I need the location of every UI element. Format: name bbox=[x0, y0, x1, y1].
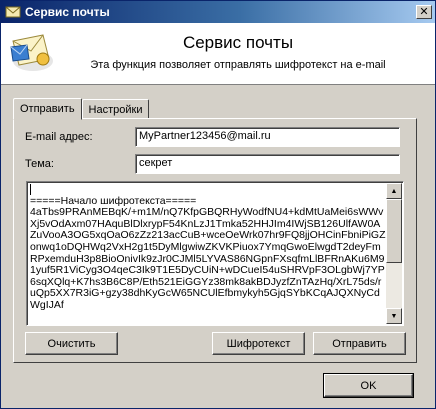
mail-service-window: Сервис почты ✕ Сервис почты Эта функция … bbox=[0, 0, 436, 409]
subject-label: Тема: bbox=[25, 158, 54, 170]
arrow-down-icon: ▼ bbox=[390, 312, 398, 320]
scroll-thumb[interactable] bbox=[386, 199, 402, 263]
window-title: Сервис почты bbox=[25, 5, 110, 19]
email-field[interactable]: MyPartner123456@mail.ru bbox=[135, 127, 400, 147]
ciphertext-textarea[interactable]: =====Начало шифротекста===== 4aTbs9PRAnM… bbox=[26, 181, 404, 326]
scroll-down-button[interactable]: ▼ bbox=[386, 308, 402, 324]
text-caret bbox=[30, 184, 31, 195]
ciphertext-content: =====Начало шифротекста===== 4aTbs9PRAnM… bbox=[30, 184, 386, 323]
send-tab-panel: E-mail адрес: MyPartner123456@mail.ru Те… bbox=[13, 118, 417, 363]
tab-settings[interactable]: Настройки bbox=[81, 99, 150, 119]
header-banner: Сервис почты Эта функция позволяет отпра… bbox=[1, 23, 435, 85]
scroll-up-button[interactable]: ▲ bbox=[386, 183, 402, 199]
ok-button[interactable]: OK bbox=[323, 373, 414, 398]
tab-strip: Отправить Настройки bbox=[13, 97, 150, 120]
email-label: E-mail адрес: bbox=[25, 131, 93, 143]
vertical-scrollbar[interactable]: ▲ ▼ bbox=[386, 183, 402, 324]
title-bar[interactable]: Сервис почты ✕ bbox=[1, 1, 435, 23]
arrow-up-icon: ▲ bbox=[390, 187, 398, 195]
ciphertext-text: =====Начало шифротекста===== 4aTbs9PRAnM… bbox=[30, 194, 386, 311]
encrypt-button[interactable]: Шифротекст bbox=[212, 332, 305, 355]
close-icon: ✕ bbox=[419, 5, 429, 18]
mail-envelope-icon bbox=[5, 6, 21, 18]
header-subtitle: Эта функция позволяет отправлять шифроте… bbox=[90, 59, 386, 71]
close-button[interactable]: ✕ bbox=[416, 5, 432, 19]
clear-button[interactable]: Очистить bbox=[25, 332, 118, 355]
send-button[interactable]: Отправить bbox=[313, 332, 406, 355]
header-title: Сервис почты bbox=[182, 33, 294, 52]
tab-send[interactable]: Отправить bbox=[13, 98, 82, 120]
subject-field[interactable]: секрет bbox=[135, 154, 400, 174]
